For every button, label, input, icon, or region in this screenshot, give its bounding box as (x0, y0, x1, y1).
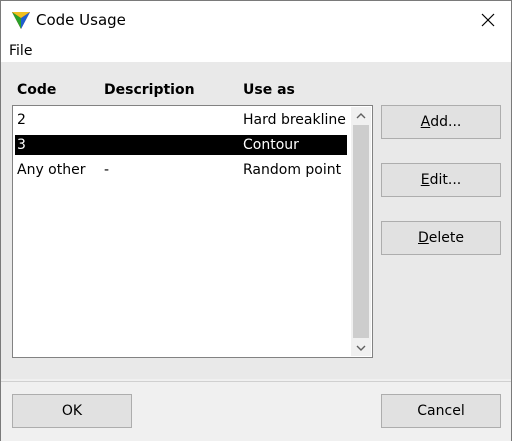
column-header-code[interactable]: Code (17, 81, 56, 99)
delete-mnemonic: D (418, 230, 429, 246)
column-header-use-as[interactable]: Use as (243, 81, 295, 99)
cancel-label: Cancel (417, 403, 465, 419)
edit-mnemonic: E (420, 172, 430, 188)
menu-file[interactable]: File (9, 42, 32, 60)
cell-use-as: Hard breakline (243, 112, 346, 128)
app-icon (11, 10, 31, 30)
menu-bar: File (1, 39, 511, 62)
title-bar: Code Usage (1, 1, 511, 39)
cell-use-as: Contour (243, 137, 299, 153)
ok-button[interactable]: OK (12, 394, 132, 428)
delete-button[interactable]: Delete (381, 221, 501, 255)
cell-code: 3 (17, 137, 26, 153)
cancel-button[interactable]: Cancel (381, 394, 501, 428)
code-usage-dialog: Code Usage File Code Description Use as … (0, 0, 512, 441)
scroll-down-button[interactable] (351, 339, 371, 356)
table-row-selected[interactable]: 3 Contour (15, 135, 347, 155)
scrollbar-thumb[interactable] (353, 125, 369, 338)
code-list[interactable]: 2 Hard breakline 3 Contour Any other - R… (12, 105, 373, 358)
edit-label: dit... (429, 172, 462, 188)
cell-description: - (104, 162, 110, 178)
window-title: Code Usage (36, 11, 126, 29)
cell-code: Any other (17, 162, 86, 178)
ok-label: OK (61, 403, 83, 419)
scroll-up-button[interactable] (351, 107, 371, 124)
column-header-description[interactable]: Description (104, 81, 195, 99)
table-row[interactable]: Any other - Random point (15, 160, 347, 180)
close-icon (481, 13, 495, 27)
add-mnemonic: A (420, 114, 431, 130)
vertical-scrollbar[interactable] (351, 107, 371, 356)
cell-code: 2 (17, 112, 26, 128)
delete-label: elete (428, 230, 464, 246)
close-button[interactable] (465, 1, 511, 39)
chevron-down-icon (356, 345, 366, 351)
cell-use-as: Random point (243, 162, 342, 178)
edit-button[interactable]: Edit... (381, 163, 501, 197)
table-row[interactable]: 2 Hard breakline (15, 110, 347, 130)
chevron-up-icon (356, 112, 366, 118)
add-button[interactable]: Add... (381, 105, 501, 139)
add-label: dd... (430, 114, 462, 130)
